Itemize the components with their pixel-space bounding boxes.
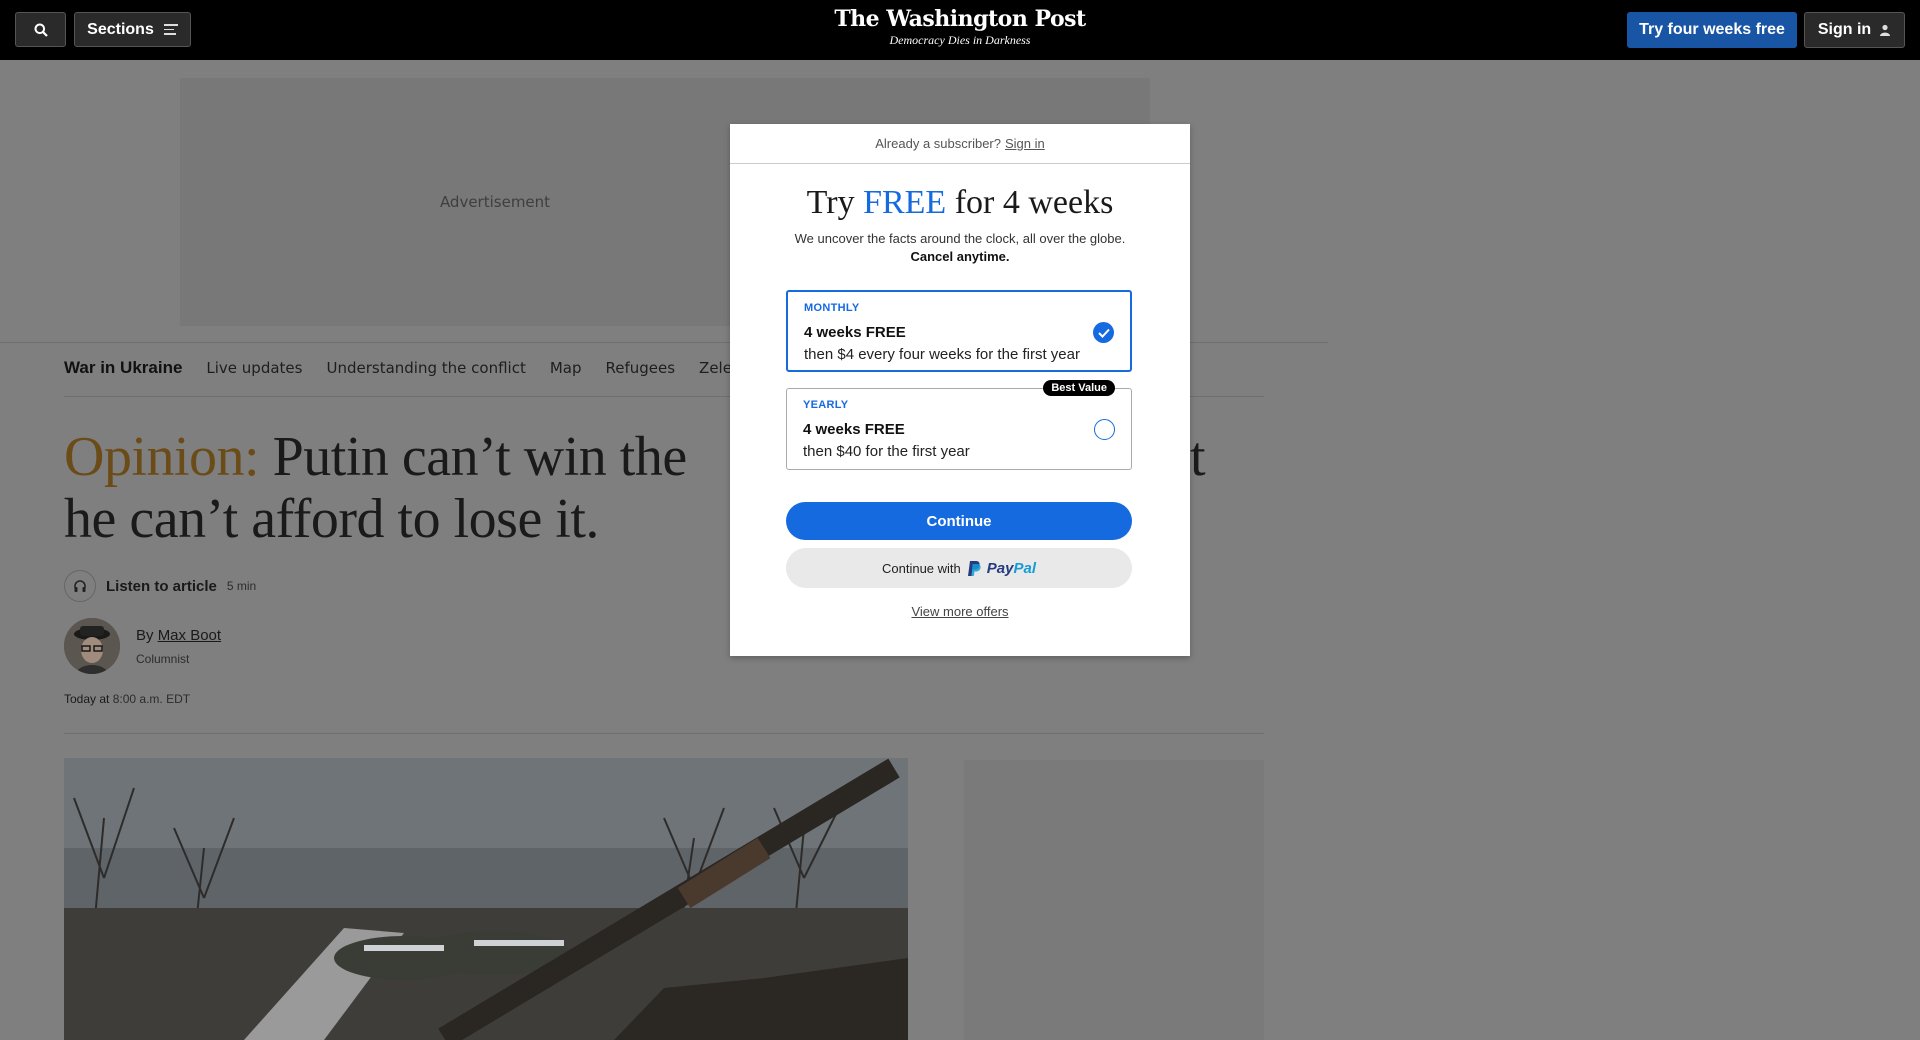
checked-radio-icon[interactable] (1093, 322, 1114, 343)
sections-label: Sections (87, 20, 154, 38)
modal-subtitle-text: We uncover the facts around the clock, a… (794, 231, 1126, 246)
modal-subtitle: We uncover the facts around the clock, a… (730, 230, 1190, 266)
paypal-prefix: Continue with (882, 560, 961, 576)
author-role: Columnist (136, 651, 190, 666)
side-ad-slot (964, 760, 1264, 1040)
logo-tagline: Democracy Dies in Darkness (889, 33, 1031, 47)
site-logo[interactable]: The Washington Post Democracy Dies in Da… (760, 6, 1160, 48)
divider (64, 733, 1264, 734)
listen-label: Listen to article (106, 577, 217, 595)
plan-description: then $40 for the first year (803, 443, 970, 460)
subnav-title[interactable]: War in Ukraine (64, 358, 182, 378)
opinion-kicker: Opinion: (64, 426, 260, 488)
publish-date: Today at 8:00 a.m. EDT (64, 692, 190, 706)
paypal-logo-pay: Pay (986, 559, 1014, 577)
menu-icon (163, 21, 178, 38)
date-time: 8:00 a.m. EDT (112, 692, 191, 706)
headline-text-tail: t (1190, 426, 1206, 488)
sections-button[interactable]: Sections (74, 12, 191, 47)
article-photo (64, 758, 908, 1040)
author-line: By Max Boot (136, 627, 221, 644)
paypal-button[interactable]: Continue with PayPal (786, 548, 1132, 588)
subnav-item-map[interactable]: Map (550, 359, 582, 377)
author-name[interactable]: Max Boot (158, 627, 221, 644)
plan-headline: 4 weeks FREE (803, 421, 905, 438)
subnav-item-live-updates[interactable]: Live updates (206, 359, 302, 377)
search-button[interactable] (15, 12, 66, 47)
listen-duration: 5 min (226, 579, 257, 593)
byline: By Max Boot Columnist (64, 618, 221, 674)
modal-signin-bar: Already a subscriber? Sign in (730, 124, 1190, 164)
title-free: FREE (863, 184, 947, 221)
user-icon (1880, 24, 1891, 36)
plan-option-monthly[interactable]: MONTHLY 4 weeks FREE then $4 every four … (786, 290, 1132, 372)
headphones-icon (64, 570, 96, 602)
try-free-button[interactable]: Try four weeks free (1627, 12, 1797, 48)
logo-name: The Washington Post (834, 6, 1086, 32)
plan-type: MONTHLY (804, 302, 860, 314)
title-pre: Try (806, 184, 855, 221)
subnav-item-refugees[interactable]: Refugees (605, 359, 675, 377)
already-subscriber-text: Already a subscriber? (875, 136, 1001, 151)
view-more-offers-link[interactable]: View more offers (730, 604, 1190, 619)
top-header: Sections The Washington Post Democracy D… (0, 0, 1920, 60)
plan-headline: 4 weeks FREE (804, 324, 906, 341)
modal-signin-link[interactable]: Sign in (1005, 136, 1045, 151)
plan-option-yearly[interactable]: Best Value YEARLY 4 weeks FREE then $40 … (786, 380, 1132, 470)
subnav-item-understanding[interactable]: Understanding the conflict (326, 359, 525, 377)
title-post: for 4 weeks (954, 184, 1114, 221)
search-icon (34, 23, 48, 37)
subscription-modal: Already a subscriber? Sign in Try FREE f… (730, 124, 1190, 656)
author-avatar[interactable] (64, 618, 120, 674)
plan-type: YEARLY (803, 399, 849, 411)
signin-label: Sign in (1817, 21, 1872, 38)
signin-button[interactable]: Sign in (1804, 12, 1905, 48)
listen-to-article[interactable]: Listen to article 5 min (64, 570, 256, 602)
paypal-logo-pal: Pal (1013, 559, 1036, 577)
modal-cancel-text: Cancel anytime. (910, 249, 1010, 264)
paypal-icon (967, 560, 981, 576)
best-value-badge: Best Value (1043, 380, 1115, 396)
continue-button[interactable]: Continue (786, 502, 1132, 540)
ad-label: Advertisement (439, 193, 551, 211)
headline-text-1: Putin can’t win the (272, 426, 688, 488)
author-by: By (136, 626, 154, 644)
date-prefix: Today at (64, 692, 110, 706)
paypal-logo: PayPal (987, 560, 1036, 577)
topic-subnav: War in Ukraine Live updates Understandin… (64, 358, 766, 378)
modal-title: Try FREE for 4 weeks (730, 184, 1190, 222)
plan-description: then $4 every four weeks for the first y… (804, 346, 1080, 363)
unchecked-radio-icon[interactable] (1094, 419, 1115, 440)
